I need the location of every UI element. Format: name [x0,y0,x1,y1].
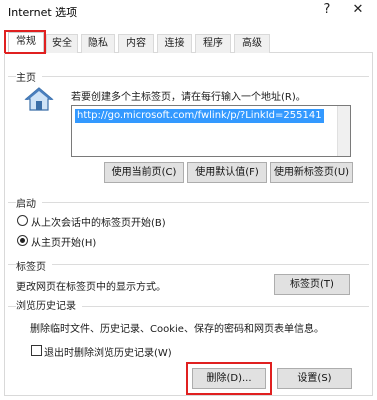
url-scrollbar[interactable] [337,106,350,156]
radio-homepage-label[interactable]: 从主页开始(H) [31,234,96,249]
tab-security[interactable]: 安全 [46,34,78,53]
delete-on-exit-label[interactable]: 退出时删除浏览历史记录(W) [44,344,172,359]
tabs-group-label: 标签页 [16,258,52,273]
use-current-button[interactable]: 使用当前页(C) [104,162,184,183]
radio-homepage[interactable] [17,235,28,246]
tabs-group-line [8,264,369,265]
tabs-settings-button[interactable]: 标签页(T) [274,274,350,295]
homepage-url-text: http://go.microsoft.com/fwlink/p/?LinkId… [75,109,324,123]
history-description: 删除临时文件、历史记录、Cookie、保存的密码和网页表单信息。 [30,324,324,335]
delete-button-highlight [186,362,272,395]
homepage-url-textarea[interactable]: http://go.microsoft.com/fwlink/p/?LinkId… [71,105,351,157]
startup-group-label: 启动 [16,195,42,210]
startup-group-line [8,202,369,203]
history-group-label: 浏览历史记录 [16,297,82,312]
settings-button[interactable]: 设置(S) [277,368,352,389]
radio-selected-dot [20,238,25,243]
delete-on-exit-checkbox[interactable] [31,345,42,356]
tab-connections[interactable]: 连接 [157,34,192,53]
home-icon [24,86,54,112]
tab-programs[interactable]: 程序 [195,34,231,53]
tab-general-highlight [4,30,46,54]
radio-last-session[interactable] [17,215,28,226]
tabs-description: 更改网页在标签页中的显示方式。 [16,282,166,293]
homepage-group-line [8,76,369,77]
close-button[interactable]: ✕ [350,2,366,18]
tab-content[interactable]: 内容 [118,34,154,53]
tab-privacy[interactable]: 隐私 [81,34,115,53]
window-title: Internet 选项 [8,6,78,19]
tab-advanced[interactable]: 高级 [234,34,270,53]
homepage-group-label: 主页 [16,69,42,84]
homepage-description: 若要创建多个主标签页，请在每行输入一个地址(R)。 [71,92,306,103]
help-button[interactable]: ? [319,2,335,18]
use-default-button[interactable]: 使用默认值(F) [187,162,267,183]
radio-last-session-label[interactable]: 从上次会话中的标签页开始(B) [31,214,166,229]
use-new-tab-button[interactable]: 使用新标签页(U) [270,162,353,183]
